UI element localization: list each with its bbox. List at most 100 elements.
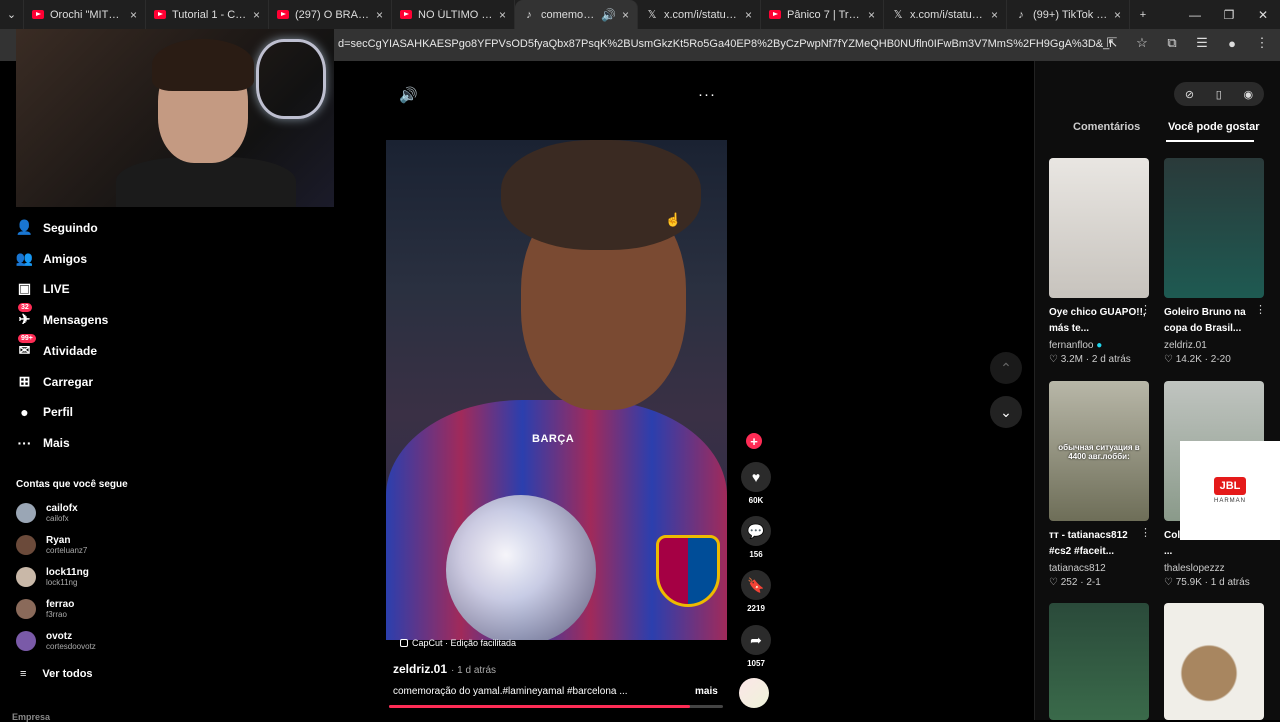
capcut-icon [400, 639, 408, 647]
tab-suggested[interactable]: Você pode gostar [1168, 121, 1259, 133]
comment-button[interactable]: 💬 156 [739, 516, 773, 559]
video-more-icon[interactable]: ··· [698, 86, 716, 103]
tiktok-icon: ♪ [1018, 8, 1024, 21]
account-item[interactable]: ovotz cortesdoovotz [16, 631, 96, 651]
profile-avatar-icon[interactable]: ● [1224, 35, 1240, 51]
suggested-video-card[interactable]: Oye chico GUAPO!!, más te... fernanfloo … [1049, 158, 1149, 367]
youtube-icon [769, 9, 781, 21]
see-all-button[interactable]: ≡ Ver todos [20, 668, 93, 680]
bookmark-icon: 🔖 [741, 570, 771, 600]
card-more-icon[interactable]: ⋮ [1255, 303, 1266, 316]
close-icon[interactable]: × [499, 8, 506, 22]
jbl-ad-overlay[interactable]: JBL HARMAN [1180, 441, 1280, 540]
active-tab-indicator [1166, 140, 1254, 142]
company-link[interactable]: Empresa [12, 712, 50, 722]
browser-tab[interactable]: (297) O BRASIL não f× [269, 0, 392, 29]
browser-tab[interactable]: Orochi "MITSUBISHI"× [24, 0, 146, 29]
sidebar-item-profile[interactable]: ● Perfil [16, 403, 73, 420]
browser-tab[interactable]: Pânico 7 | Trailer Ofic× [761, 0, 884, 29]
close-icon[interactable]: × [130, 8, 137, 22]
share-button[interactable]: ➦ 1057 [739, 625, 773, 668]
close-icon[interactable]: × [1114, 8, 1121, 22]
open-in-app-icon[interactable]: ⇱ [1104, 35, 1120, 51]
card-more-icon[interactable]: ⋮ [1140, 303, 1151, 316]
close-icon[interactable]: × [991, 8, 998, 22]
jbl-logo: JBL [1213, 477, 1247, 495]
video-caption: comemoração do yamal.#lamineyamal #barce… [393, 686, 628, 697]
champions-ball [446, 495, 596, 640]
restore-icon[interactable]: ❐ [1212, 0, 1246, 29]
harman-label: HARMAN [1213, 498, 1246, 504]
close-icon[interactable]: × [868, 8, 875, 22]
chevron-down-icon: ⌄ [1000, 403, 1012, 420]
video-author[interactable]: zeldriz.01 · 1 d atrás [393, 662, 496, 676]
suggested-video-card[interactable] [1164, 603, 1264, 720]
card-more-icon[interactable]: ⋮ [1140, 526, 1151, 539]
share-icon: ➦ [741, 625, 771, 655]
sidebar-item-more[interactable]: ··· Mais [16, 434, 70, 451]
bookmark-star-icon[interactable]: ☆ [1134, 35, 1150, 51]
user-avatar-icon[interactable]: ◉ [1244, 88, 1254, 101]
barca-crest [656, 535, 720, 607]
browser-tab-active[interactable]: ♪comemoração do🔊× [515, 0, 638, 29]
sidebar-item-messages[interactable]: ✈ 32 Mensagens [16, 303, 108, 328]
close-window-icon[interactable]: ✕ [1246, 0, 1280, 29]
minimize-icon[interactable]: — [1178, 0, 1212, 29]
browser-tab[interactable]: 𝕏x.com/i/status/20332× [884, 0, 1007, 29]
account-item[interactable]: cailofx cailofx [16, 503, 78, 523]
account-item[interactable]: lock11ng lock11ng [16, 567, 89, 587]
capcut-label[interactable]: CapCut · Edição facilitada [400, 638, 516, 648]
following-accounts-title: Contas que você segue [16, 479, 128, 490]
x-icon: 𝕏 [647, 9, 657, 21]
webcam-overlay [16, 29, 334, 207]
sidebar-item-following[interactable]: 👤 Seguindo [16, 219, 98, 236]
sidebar-item-friends[interactable]: 👥 Amigos [16, 250, 87, 267]
like-button[interactable]: ♥ 60K [739, 462, 773, 505]
suggested-video-card[interactable] [1049, 603, 1149, 720]
mouse-cursor-icon: ☝ [665, 212, 682, 227]
new-tab-button[interactable]: + [1130, 0, 1156, 29]
x-icon: 𝕏 [893, 9, 903, 21]
follow-plus-button[interactable]: + [746, 433, 762, 449]
video-progress-bar[interactable] [389, 705, 723, 708]
url-field[interactable]: d=secCgYIASAHKAESPgo8YFPVsOD5fyaQbx87Psq… [338, 38, 1113, 50]
account-item[interactable]: Ryan corteluanz7 [16, 535, 87, 555]
tab-comments[interactable]: Comentários [1073, 121, 1140, 133]
sidebar-item-upload[interactable]: ⊞ Carregar [16, 373, 93, 390]
address-bar-icons: ⇱ ☆ ⧉ ☰ ● ⋮ [1104, 35, 1270, 51]
comment-icon: 💬 [741, 516, 771, 546]
browser-tab-bar: ⌄ Orochi "MITSUBISHI"× Tutorial 1 - Como… [0, 0, 1280, 29]
browser-tab[interactable]: Tutorial 1 - Como bai× [146, 0, 269, 29]
verified-icon: ● [1096, 340, 1103, 351]
tiktok-icon: ♪ [526, 8, 532, 21]
compass-icon[interactable]: ⊘ [1185, 88, 1194, 101]
close-icon[interactable]: × [253, 8, 260, 22]
suggested-video-card[interactable]: обычная ситуация в 4400 авг.лобби: тт - … [1049, 381, 1149, 590]
mobile-icon[interactable]: ▯ [1216, 88, 1222, 101]
close-icon[interactable]: × [745, 8, 752, 22]
account-item[interactable]: ferrao f3rrao [16, 599, 74, 619]
browser-tab[interactable]: NO ÚLTIMO SUSPIRO× [392, 0, 515, 29]
caption-more-button[interactable]: mais [695, 686, 718, 697]
reading-list-icon[interactable]: ☰ [1194, 35, 1210, 51]
sidebar-item-live[interactable]: ▣ LIVE [16, 280, 70, 297]
extensions-icon[interactable]: ⧉ [1164, 35, 1180, 51]
previous-video-button[interactable]: ⌃ [990, 352, 1022, 384]
window-controls: — ❐ ✕ [1178, 0, 1280, 29]
music-disc-icon[interactable] [739, 678, 769, 708]
kebab-menu-icon[interactable]: ⋮ [1254, 35, 1270, 51]
sidebar-item-activity[interactable]: ✉ 99+ Atividade [16, 334, 97, 359]
next-video-button[interactable]: ⌄ [990, 396, 1022, 428]
heart-icon: ♥ [741, 462, 771, 492]
youtube-icon [277, 9, 289, 21]
browser-tab[interactable]: ♪(99+) TikTok - Make Y× [1007, 0, 1130, 29]
browser-tab[interactable]: 𝕏x.com/i/status/20332× [638, 0, 761, 29]
suggested-video-card[interactable]: Goleiro Bruno na copa do Brasil... zeldr… [1164, 158, 1264, 367]
close-icon[interactable]: × [622, 8, 629, 22]
volume-icon[interactable]: 🔊 [399, 86, 418, 104]
speaker-icon[interactable]: 🔊 [601, 8, 616, 22]
tab-search-dropdown[interactable]: ⌄ [0, 0, 24, 29]
profile-icon: ● [20, 403, 29, 420]
close-icon[interactable]: × [376, 8, 383, 22]
save-button[interactable]: 🔖 2219 [739, 570, 773, 613]
